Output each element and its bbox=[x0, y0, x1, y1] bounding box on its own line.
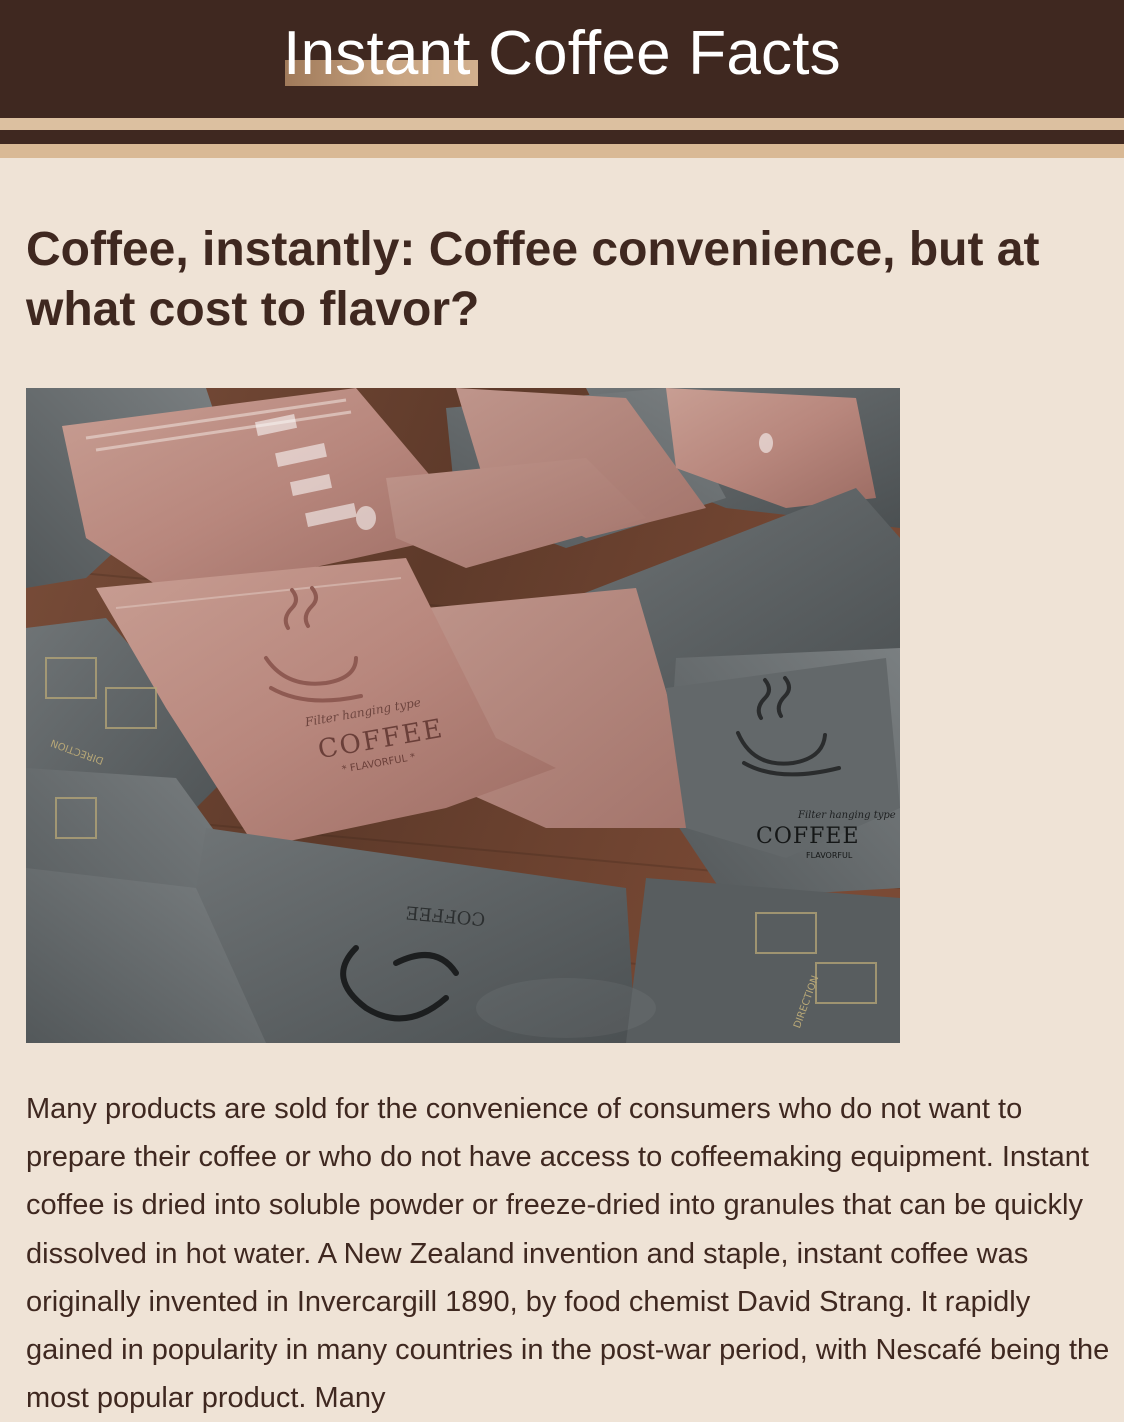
site-header: Instant Coffee Facts bbox=[0, 0, 1124, 118]
article-hero-image: Filter hanging type COFFEE * FLAVORFUL *… bbox=[26, 388, 900, 1043]
coffee-pouches-illustration: Filter hanging type COFFEE * FLAVORFUL *… bbox=[26, 388, 900, 1043]
header-stripe-light bbox=[0, 118, 1124, 130]
svg-text:FLAVORFUL: FLAVORFUL bbox=[806, 851, 853, 860]
header-stripe-tan bbox=[0, 144, 1124, 158]
site-title-text: Instant Coffee Facts bbox=[283, 19, 841, 88]
svg-text:Filter hanging type: Filter hanging type bbox=[797, 810, 896, 821]
svg-text:COFFEE: COFFEE bbox=[756, 824, 860, 849]
article-body-text: Many products are sold for the convenien… bbox=[26, 1093, 1110, 1415]
article-heading: Coffee, instantly: Coffee convenience, b… bbox=[26, 223, 1040, 336]
header-stripe-dark bbox=[0, 130, 1124, 144]
site-title[interactable]: Instant Coffee Facts bbox=[0, 18, 1124, 90]
